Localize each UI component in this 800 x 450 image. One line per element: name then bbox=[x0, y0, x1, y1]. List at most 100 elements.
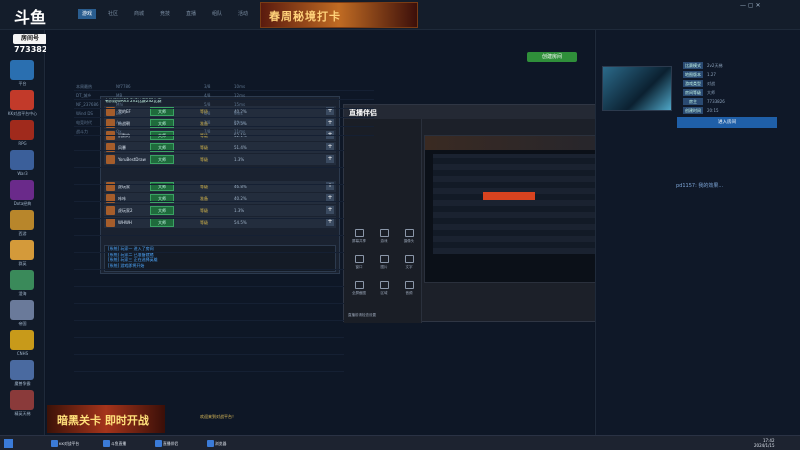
lobby-cell: Bn bbox=[116, 111, 122, 116]
assistant-tool[interactable]: 全屏截图 bbox=[348, 281, 370, 296]
windows-start-icon[interactable] bbox=[4, 439, 13, 448]
taskbar-app[interactable]: 直播伴侣 bbox=[154, 439, 178, 448]
player-state: 等级 bbox=[200, 157, 208, 162]
taskbar-app[interactable]: KK对战平台 bbox=[50, 439, 79, 448]
clock-date: 2024/1/15 bbox=[754, 443, 775, 448]
lobby-row[interactable]: 电竞时代 Aq 2/8 20ms bbox=[74, 118, 374, 127]
window-controls[interactable]: — ▢ ✕ bbox=[740, 2, 761, 9]
player-name: YoruBestDraw bbox=[118, 157, 146, 162]
enter-room-button[interactable]: 进入房间 bbox=[677, 117, 777, 128]
player-row[interactable]: 咔咔 大师 准备 40.2% + bbox=[104, 193, 336, 204]
info-row: 房间等级 大师 bbox=[683, 89, 778, 96]
player-avatar bbox=[106, 155, 115, 164]
player-avatar bbox=[106, 206, 115, 215]
lobby-cell: 4/8 bbox=[204, 93, 211, 98]
player-row[interactable]: 虎玩家2 大师 等级 1.3% + bbox=[104, 205, 336, 216]
info-value: 1.27 bbox=[707, 72, 716, 77]
row-divider bbox=[74, 252, 344, 253]
player-row[interactable]: YoruBestDraw 大师 等级 1.3% + bbox=[104, 154, 336, 165]
lobby-cell: 15ms bbox=[234, 102, 246, 107]
row-divider bbox=[74, 235, 344, 236]
assistant-tool[interactable]: 图片 bbox=[373, 255, 395, 270]
game-icon[interactable] bbox=[10, 270, 34, 290]
game-icon[interactable] bbox=[10, 180, 34, 200]
info-row: 房主 7733826 bbox=[683, 98, 778, 105]
game-icon[interactable] bbox=[10, 90, 34, 110]
tab-live[interactable]: 直播 bbox=[186, 10, 196, 20]
lobby-cell: 本周最热 bbox=[76, 84, 92, 89]
assistant-tool[interactable]: 窗口 bbox=[348, 255, 370, 270]
info-value: 20:15 bbox=[707, 108, 719, 113]
create-room-button[interactable]: 创建房间 bbox=[527, 52, 577, 62]
lobby-row[interactable]: DT_城乡 MB 4/8 12ms bbox=[74, 91, 374, 100]
lobby-row[interactable]: 战斗力 Qx 7/8 11ms bbox=[74, 127, 374, 136]
tab-team[interactable]: 组队 bbox=[212, 10, 222, 20]
lobby-cell: Mhi bbox=[116, 102, 124, 107]
lobby-row[interactable]: 本周最热 Nf7786 3/8 10ms bbox=[74, 82, 374, 91]
taskbar-app[interactable]: 浏览器 bbox=[206, 439, 226, 448]
game-icon[interactable] bbox=[10, 150, 34, 170]
tab-community[interactable]: 社区 bbox=[108, 10, 118, 20]
game-icon[interactable] bbox=[10, 360, 34, 380]
assistant-tool[interactable]: 摄像头 bbox=[398, 229, 420, 244]
info-key: 游戏类型 bbox=[683, 80, 703, 87]
info-key: 比赛模式 bbox=[683, 62, 703, 69]
info-row: 创建时间 20:15 bbox=[683, 107, 778, 114]
assistant-tool[interactable]: 区域 bbox=[373, 281, 395, 296]
event-banner[interactable]: 春周秘境打卡 bbox=[260, 2, 418, 28]
tab-events[interactable]: 活动 bbox=[238, 10, 248, 20]
game-icon[interactable] bbox=[10, 210, 34, 230]
promo-text: 暗黑关卡 即时开战 bbox=[57, 414, 149, 427]
tool-label: 区域 bbox=[380, 291, 388, 295]
player-row[interactable]: 风暴 大师 等级 51.4% + bbox=[104, 142, 336, 153]
game-icon[interactable] bbox=[10, 300, 34, 320]
assistant-tool[interactable]: 音频 bbox=[398, 281, 420, 296]
add-icon[interactable]: + bbox=[326, 155, 334, 163]
taskbar-app[interactable]: 斗鱼直播 bbox=[102, 439, 126, 448]
tab-compete[interactable]: 竞技 bbox=[160, 10, 170, 20]
game-icon[interactable] bbox=[10, 240, 34, 260]
lobby-row[interactable]: NF_237686 Mhi 5/8 15ms bbox=[74, 100, 374, 109]
tool-icon bbox=[404, 229, 414, 237]
game-icon[interactable] bbox=[10, 120, 34, 140]
tab-shop[interactable]: 商城 bbox=[134, 10, 144, 20]
player-rank: 大师 bbox=[150, 206, 174, 215]
tool-icon bbox=[354, 255, 364, 263]
promo-banner[interactable]: 暗黑关卡 即时开战 bbox=[47, 405, 165, 433]
game-label: Dota经典 bbox=[13, 201, 32, 206]
lobby-cell: 6/8 bbox=[204, 111, 211, 116]
assistant-tool[interactable]: 游戏 bbox=[373, 229, 395, 244]
player-name: WHWH bbox=[118, 220, 132, 225]
player-rank: 大师 bbox=[150, 218, 174, 227]
tool-label: 图片 bbox=[380, 265, 388, 269]
add-icon[interactable]: + bbox=[326, 218, 334, 226]
tool-icon bbox=[354, 229, 364, 237]
tool-label: 窗口 bbox=[355, 265, 363, 269]
add-icon[interactable]: + bbox=[326, 206, 334, 214]
game-label: 澄海 bbox=[18, 291, 27, 296]
row-divider bbox=[74, 184, 344, 185]
game-icon[interactable] bbox=[10, 390, 34, 410]
assistant-tool[interactable]: 文字 bbox=[398, 255, 420, 270]
tool-icon bbox=[354, 281, 364, 289]
tool-label: 屏幕共享 bbox=[352, 239, 366, 243]
player-winrate: 1.3% bbox=[234, 208, 245, 213]
player-avatar bbox=[106, 218, 115, 227]
game-icon[interactable] bbox=[10, 60, 34, 80]
chat-line: [系统] 游戏即将开始 bbox=[108, 262, 145, 268]
tool-label: 全屏截图 bbox=[352, 291, 366, 295]
assistant-tool[interactable]: 屏幕共享 bbox=[348, 229, 370, 244]
lobby-row[interactable]: Wind DS Bn 6/8 9ms bbox=[74, 109, 374, 118]
lobby-cell: MB bbox=[116, 93, 123, 98]
lobby-cell: NF_237686 bbox=[76, 102, 99, 107]
player-rank: 大师 bbox=[150, 155, 174, 164]
assistant-toolbox: 屏幕共享 游戏 摄像头窗口 图片 文字全屏截图 区域 音频 bbox=[344, 119, 422, 323]
tab-game[interactable]: 游戏 bbox=[78, 9, 97, 19]
lobby-cell: Qx bbox=[116, 129, 122, 134]
assistant-notice: 直播前请检查设置 bbox=[348, 313, 376, 317]
douyu-logo: 斗鱼 bbox=[14, 8, 47, 27]
tool-icon bbox=[404, 255, 414, 263]
player-row[interactable]: 虎玩家 大师 等级 46.8% + bbox=[104, 181, 336, 192]
row-divider bbox=[74, 150, 344, 151]
game-icon[interactable] bbox=[10, 330, 34, 350]
